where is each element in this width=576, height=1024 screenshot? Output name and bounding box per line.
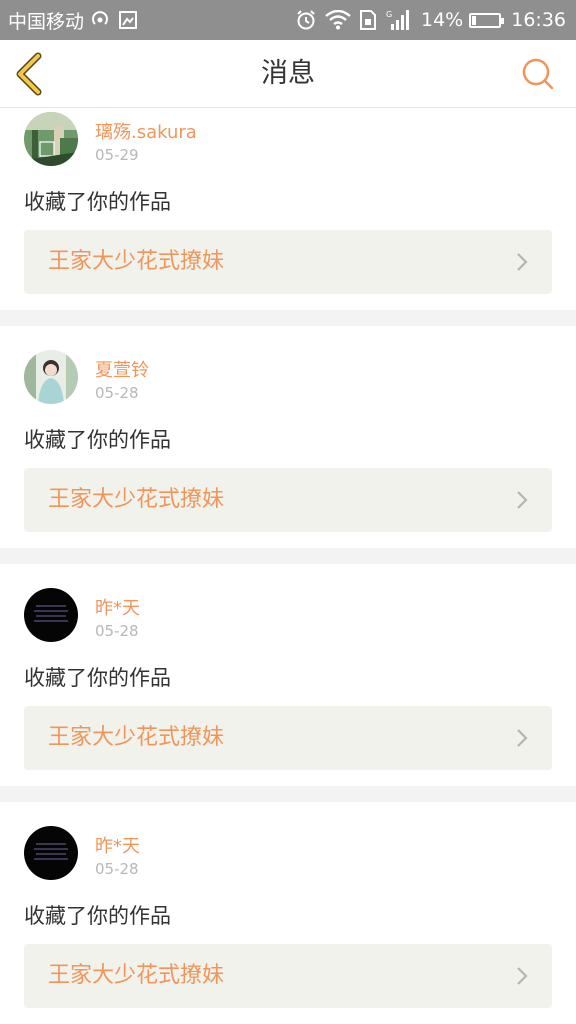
- message-list: 璃殇.sakura 05-29 收藏了你的作品 王家大少花式撩妹 夏萱铃 05-…: [0, 108, 576, 1024]
- status-left: 中国移动: [8, 7, 146, 34]
- avatar[interactable]: [24, 350, 78, 404]
- screen: 中国移动 G 14% 16:36 消息 璃殇.sakura 05-29 收藏了你…: [0, 0, 576, 1024]
- wifi-icon: [325, 10, 351, 30]
- action-text: 收藏了你的作品: [24, 666, 171, 690]
- app-header: 消息: [0, 40, 576, 108]
- username[interactable]: 昨*天: [95, 832, 140, 858]
- page-title: 消息: [261, 58, 315, 89]
- chevron-right-icon: [517, 491, 528, 509]
- avatar[interactable]: [24, 826, 78, 880]
- message-card: 璃殇.sakura 05-29 收藏了你的作品 王家大少花式撩妹: [0, 108, 576, 310]
- avatar-girl-light-image: [24, 350, 78, 404]
- work-link[interactable]: 王家大少花式撩妹: [24, 230, 552, 294]
- battery-icon: [469, 12, 505, 28]
- username[interactable]: 夏萱铃: [95, 356, 149, 382]
- avatar[interactable]: [24, 112, 78, 166]
- signal-label: G: [386, 10, 392, 19]
- work-link[interactable]: 王家大少花式撩妹: [24, 706, 552, 770]
- chevron-right-icon: [517, 967, 528, 985]
- alarm-icon: [295, 9, 317, 31]
- avatar-dark-text-image: [24, 826, 78, 880]
- chevron-right-icon: [517, 253, 528, 271]
- action-text: 收藏了你的作品: [24, 904, 171, 928]
- work-link[interactable]: 王家大少花式撩妹: [24, 944, 552, 1008]
- message-date: 05-29: [95, 146, 139, 164]
- signal-icon: G: [385, 9, 411, 31]
- username[interactable]: 昨*天: [95, 594, 140, 620]
- clock: 16:36: [511, 9, 566, 31]
- message-date: 05-28: [95, 622, 139, 640]
- avatar[interactable]: [24, 588, 78, 642]
- message-card: 昨*天 05-28 收藏了你的作品 王家大少花式撩妹: [0, 802, 576, 1024]
- screenshot-icon: [118, 10, 138, 30]
- username[interactable]: 璃殇.sakura: [95, 118, 197, 144]
- avatar-green-street-image: [24, 112, 78, 166]
- work-title: 王家大少花式撩妹: [48, 963, 225, 988]
- work-title: 王家大少花式撩妹: [48, 725, 225, 750]
- action-text: 收藏了你的作品: [24, 428, 171, 452]
- status-right: G 14% 16:36: [295, 9, 566, 31]
- search-icon: [522, 58, 554, 90]
- hotspot-icon: [90, 10, 110, 30]
- battery-percent: 14%: [421, 9, 464, 31]
- avatar-dark-text-image: [24, 588, 78, 642]
- search-button[interactable]: [518, 54, 558, 94]
- message-date: 05-28: [95, 384, 139, 402]
- work-link[interactable]: 王家大少花式撩妹: [24, 468, 552, 532]
- action-text: 收藏了你的作品: [24, 190, 171, 214]
- work-title: 王家大少花式撩妹: [48, 249, 225, 274]
- chevron-right-icon: [517, 729, 528, 747]
- work-title: 王家大少花式撩妹: [48, 487, 225, 512]
- message-card: 夏萱铃 05-28 收藏了你的作品 王家大少花式撩妹: [0, 326, 576, 548]
- message-card: 昨*天 05-28 收藏了你的作品 王家大少花式撩妹: [0, 564, 576, 786]
- battery-fill: [472, 15, 477, 25]
- message-date: 05-28: [95, 860, 139, 878]
- carrier-name: 中国移动: [8, 10, 85, 33]
- sim-icon: [359, 9, 377, 31]
- status-bar: 中国移动 G 14% 16:36: [0, 0, 576, 40]
